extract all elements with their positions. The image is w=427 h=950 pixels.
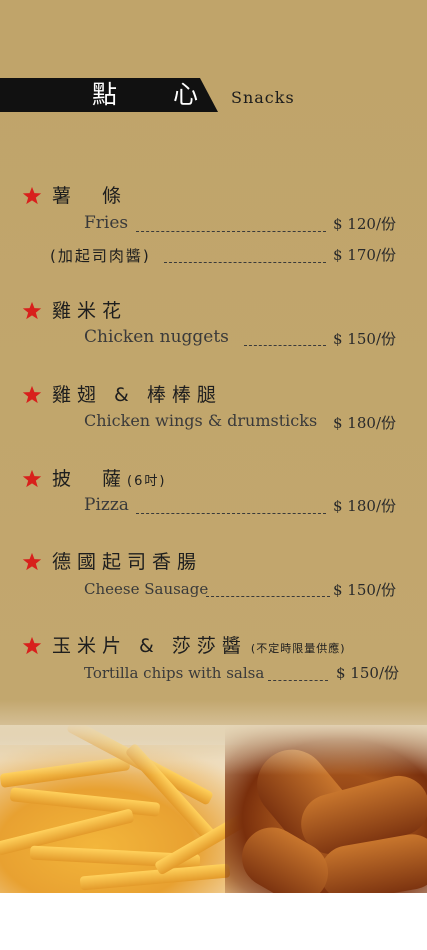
photo-fade [0, 725, 427, 775]
item-name-en: Chicken wings & drumsticks [84, 411, 318, 430]
item-note: (不定時限量供應) [250, 642, 346, 655]
item-price: $ 180/份 [333, 414, 396, 432]
item-name-en: Pizza [84, 495, 129, 515]
header-subtitle: Snacks [231, 88, 295, 107]
leader-dots [244, 345, 326, 346]
star-icon [22, 552, 44, 574]
food-photo [0, 725, 427, 893]
menu-header: 點 心 Snacks [0, 78, 427, 112]
star-icon [22, 385, 44, 407]
item-name-en: Tortilla chips with salsa [84, 664, 265, 682]
star-icon [22, 301, 44, 323]
header-title: 點 心 [92, 80, 222, 109]
star-icon [22, 186, 44, 208]
leader-dots [206, 596, 330, 597]
item-name-zh: 德國起司香腸 [52, 551, 203, 573]
item-note: (6吋) [127, 474, 167, 489]
item-name-zh: 玉米片 & 莎莎醬 (不定時限量供應) [52, 634, 346, 661]
item-extra-zh: (加起司肉醬) [50, 247, 151, 265]
item-price: $ 150/份 [333, 330, 396, 348]
item-name-zh-text: 玉米片 & 莎莎醬 [52, 635, 247, 657]
item-price: $ 150/份 [333, 581, 396, 599]
star-icon [22, 469, 44, 491]
item-name-zh: 薯 條 [52, 185, 128, 207]
leader-dots [164, 262, 326, 263]
leader-dots [136, 513, 326, 514]
item-name-en: Cheese Sausage [84, 580, 209, 598]
item-name-zh-text: 披 薩 [52, 468, 128, 490]
item-price: $ 180/份 [333, 497, 396, 515]
item-extra-price: $ 170/份 [333, 246, 396, 264]
leader-dots [136, 231, 326, 232]
item-price: $ 120/份 [333, 215, 396, 233]
leader-dots [268, 680, 328, 681]
menu-panel: 點 心 Snacks 薯 條 Fries $ 120/份 (加起司肉醬) $ 1… [0, 0, 427, 893]
item-name-zh: 雞翅 & 棒棒腿 [52, 384, 222, 406]
item-name-en: Chicken nuggets [84, 327, 229, 347]
item-name-zh: 披 薩(6吋) [52, 467, 166, 494]
item-name-zh: 雞米花 [52, 300, 128, 322]
item-name-en: Fries [84, 213, 129, 233]
star-icon [22, 636, 44, 658]
item-price: $ 150/份 [336, 664, 399, 682]
